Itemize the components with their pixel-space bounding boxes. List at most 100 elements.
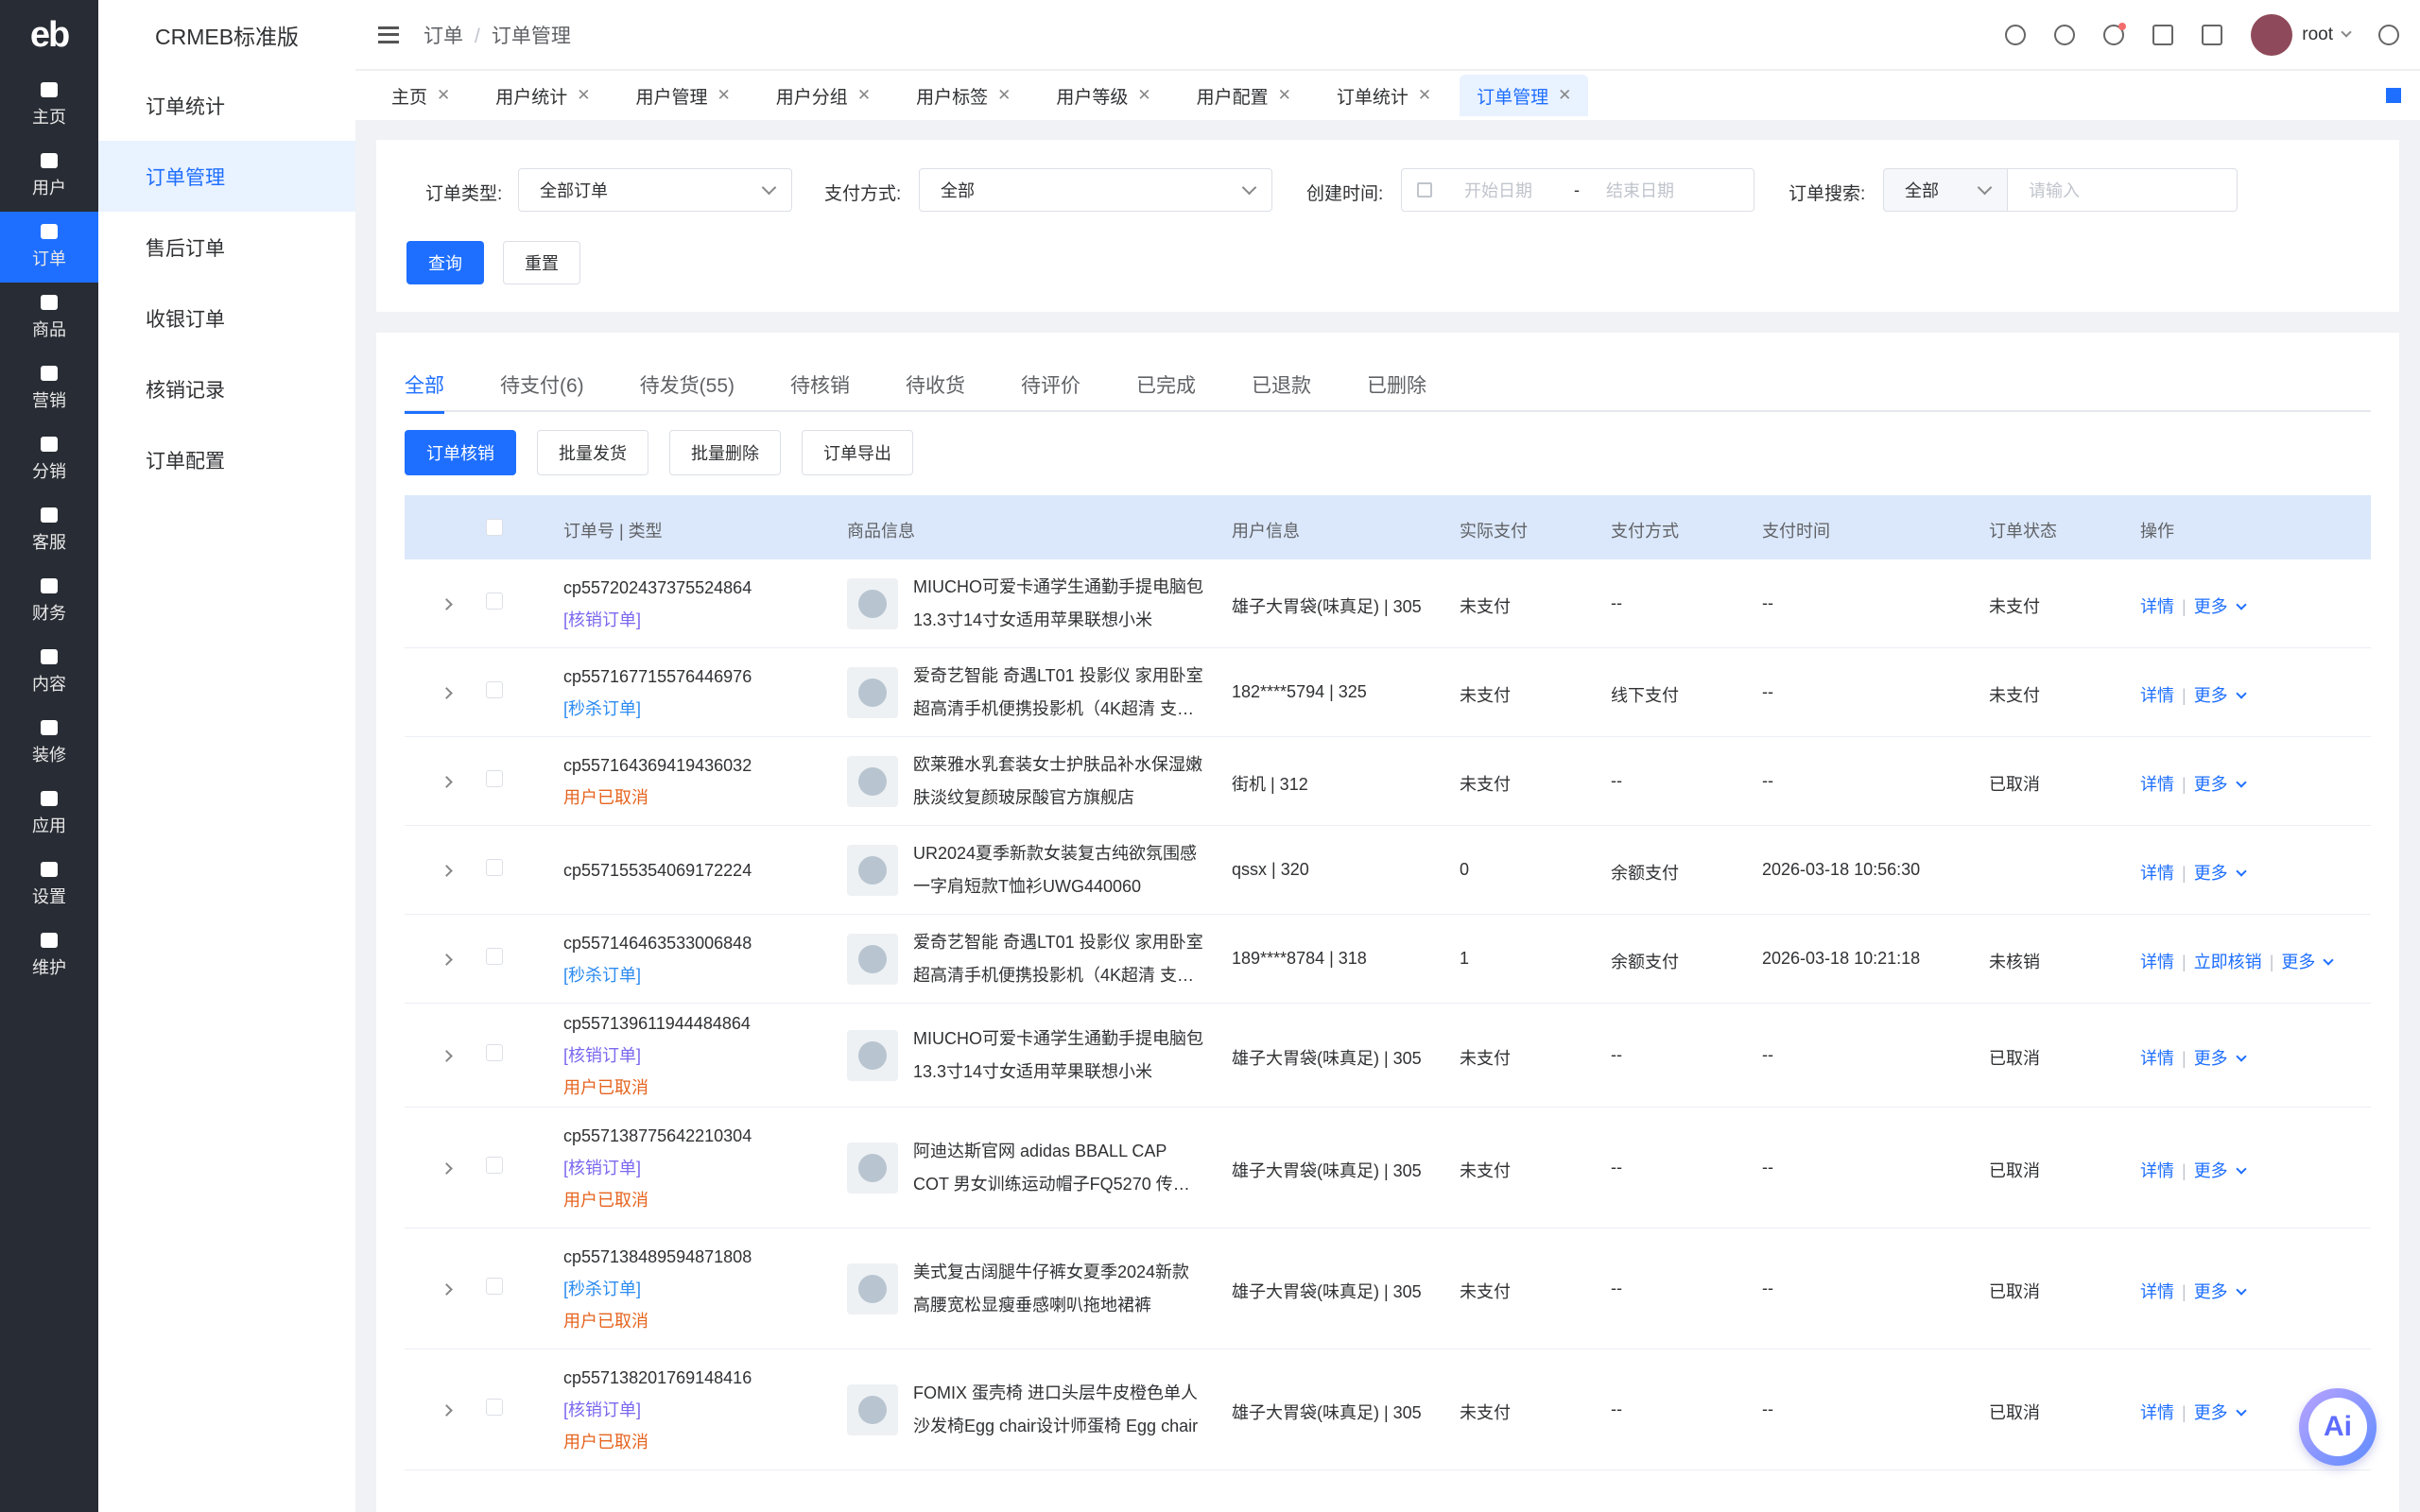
page-tab[interactable]: 订单管理 ✕: [1460, 75, 1589, 116]
date-range-picker[interactable]: 开始日期 - 结束日期: [1401, 168, 1754, 212]
expand-row-icon[interactable]: [441, 865, 453, 877]
close-icon[interactable]: ✕: [577, 86, 590, 105]
close-icon[interactable]: ✕: [1278, 86, 1291, 105]
user-menu[interactable]: root: [2251, 14, 2352, 56]
close-icon[interactable]: ✕: [717, 86, 731, 105]
fullscreen-icon[interactable]: [2152, 25, 2174, 45]
more-dropdown[interactable]: 更多: [2194, 1161, 2247, 1180]
detail-link[interactable]: 详情: [2140, 1161, 2174, 1180]
order-number[interactable]: cp557202437375524864: [563, 572, 752, 604]
close-icon[interactable]: ✕: [997, 86, 1011, 105]
close-icon[interactable]: ✕: [1137, 86, 1150, 105]
search-type-select[interactable]: 全部: [1883, 168, 2008, 212]
detail-link[interactable]: 详情: [2140, 1282, 2174, 1301]
status-tab[interactable]: 已删除: [1367, 361, 1426, 412]
export-orders-button[interactable]: 订单导出: [802, 430, 913, 475]
row-checkbox[interactable]: [486, 681, 503, 698]
status-tab[interactable]: 全部: [405, 361, 444, 414]
order-number[interactable]: cp557146463533006848: [563, 927, 752, 959]
nav-item-decoration[interactable]: 装修: [0, 708, 98, 779]
row-checkbox[interactable]: [486, 770, 503, 787]
status-tab[interactable]: 待支付(6): [500, 361, 584, 412]
reset-button[interactable]: 重置: [503, 241, 580, 284]
submenu-item[interactable]: 订单统计: [98, 70, 355, 141]
batch-ship-button[interactable]: 批量发货: [537, 430, 648, 475]
nav-item-order[interactable]: 订单: [0, 212, 98, 283]
expand-row-icon[interactable]: [441, 776, 453, 788]
nav-item-apps[interactable]: 应用: [0, 779, 98, 850]
breadcrumb-item[interactable]: 订单: [424, 26, 463, 47]
notification-bell-icon[interactable]: [2103, 23, 2127, 45]
status-tab[interactable]: 已完成: [1136, 361, 1196, 412]
row-checkbox[interactable]: [486, 859, 503, 876]
row-checkbox[interactable]: [486, 593, 503, 610]
page-tab[interactable]: 订单统计 ✕: [1320, 75, 1448, 116]
more-dropdown[interactable]: 更多: [2194, 686, 2247, 705]
expand-row-icon[interactable]: [441, 598, 453, 610]
submenu-item[interactable]: 售后订单: [98, 212, 355, 283]
detail-link[interactable]: 详情: [2140, 864, 2174, 883]
page-tab[interactable]: 主页 ✕: [374, 75, 467, 116]
submenu-item[interactable]: 核销记录: [98, 353, 355, 424]
page-tab[interactable]: 用户配置 ✕: [1180, 75, 1308, 116]
page-tab[interactable]: 用户等级 ✕: [1039, 75, 1167, 116]
submenu-item[interactable]: 收银订单: [98, 283, 355, 353]
close-icon[interactable]: ✕: [1418, 86, 1431, 105]
expand-row-icon[interactable]: [441, 1283, 453, 1296]
nav-item-service[interactable]: 客服: [0, 495, 98, 566]
more-dropdown[interactable]: 更多: [2281, 953, 2335, 971]
order-number[interactable]: cp557155354069172224: [563, 854, 752, 886]
app-logo[interactable]: eb: [0, 0, 98, 70]
nav-item-user[interactable]: 用户: [0, 141, 98, 212]
page-tab[interactable]: 用户统计 ✕: [478, 75, 607, 116]
close-icon[interactable]: ✕: [437, 86, 450, 105]
row-checkbox[interactable]: [486, 948, 503, 965]
row-checkbox[interactable]: [486, 1044, 503, 1061]
page-tab[interactable]: 用户分组 ✕: [759, 75, 888, 116]
more-dropdown[interactable]: 更多: [2194, 597, 2247, 616]
nav-item-product[interactable]: 商品: [0, 283, 98, 353]
pay-method-select[interactable]: 全部: [919, 168, 1272, 212]
detail-link[interactable]: 详情: [2140, 953, 2174, 971]
nav-item-settings[interactable]: 设置: [0, 850, 98, 920]
more-dropdown[interactable]: 更多: [2194, 1282, 2247, 1301]
end-date-input[interactable]: 结束日期: [1606, 178, 1674, 202]
page-tab[interactable]: 用户标签 ✕: [899, 75, 1028, 116]
more-dropdown[interactable]: 更多: [2194, 1049, 2247, 1068]
order-number[interactable]: cp557138201769148416: [563, 1362, 752, 1394]
query-button[interactable]: 查询: [406, 241, 484, 284]
search-icon[interactable]: [2054, 25, 2076, 45]
more-dropdown[interactable]: 更多: [2194, 1403, 2247, 1422]
order-number[interactable]: cp557138489594871808: [563, 1241, 752, 1273]
expand-row-icon[interactable]: [441, 954, 453, 966]
mobile-preview-icon[interactable]: [2202, 25, 2223, 45]
expand-row-icon[interactable]: [441, 1162, 453, 1175]
order-type-select[interactable]: 全部订单: [518, 168, 792, 212]
expand-row-icon[interactable]: [441, 1050, 453, 1062]
detail-link[interactable]: 详情: [2140, 686, 2174, 705]
order-number[interactable]: cp557139611944484864: [563, 1007, 751, 1040]
detail-link[interactable]: 详情: [2140, 1403, 2174, 1422]
start-date-input[interactable]: 开始日期: [1464, 178, 1532, 202]
nav-item-finance[interactable]: 财务: [0, 566, 98, 637]
tabs-menu-icon[interactable]: [2386, 88, 2401, 103]
expand-row-icon[interactable]: [441, 1404, 453, 1417]
status-tab[interactable]: 待评价: [1021, 361, 1080, 412]
row-checkbox[interactable]: [486, 1399, 503, 1416]
order-number[interactable]: cp557164369419436032: [563, 749, 752, 782]
submenu-item[interactable]: 订单管理: [98, 141, 355, 212]
nav-item-distribution[interactable]: 分销: [0, 424, 98, 495]
nav-item-maintenance[interactable]: 维护: [0, 920, 98, 991]
nav-item-home[interactable]: 主页: [0, 70, 98, 141]
select-all-checkbox[interactable]: [486, 519, 503, 536]
page-tab[interactable]: 用户管理 ✕: [619, 75, 748, 116]
expand-row-icon[interactable]: [441, 687, 453, 699]
row-checkbox[interactable]: [486, 1278, 503, 1295]
close-icon[interactable]: ✕: [857, 86, 871, 105]
nav-item-marketing[interactable]: 营销: [0, 353, 98, 424]
detail-link[interactable]: 详情: [2140, 775, 2174, 794]
more-dropdown[interactable]: 更多: [2194, 864, 2247, 883]
search-input[interactable]: 请输入: [2007, 168, 2238, 212]
close-icon[interactable]: ✕: [1558, 86, 1571, 105]
ai-assistant-button[interactable]: Ai: [2299, 1388, 2377, 1466]
